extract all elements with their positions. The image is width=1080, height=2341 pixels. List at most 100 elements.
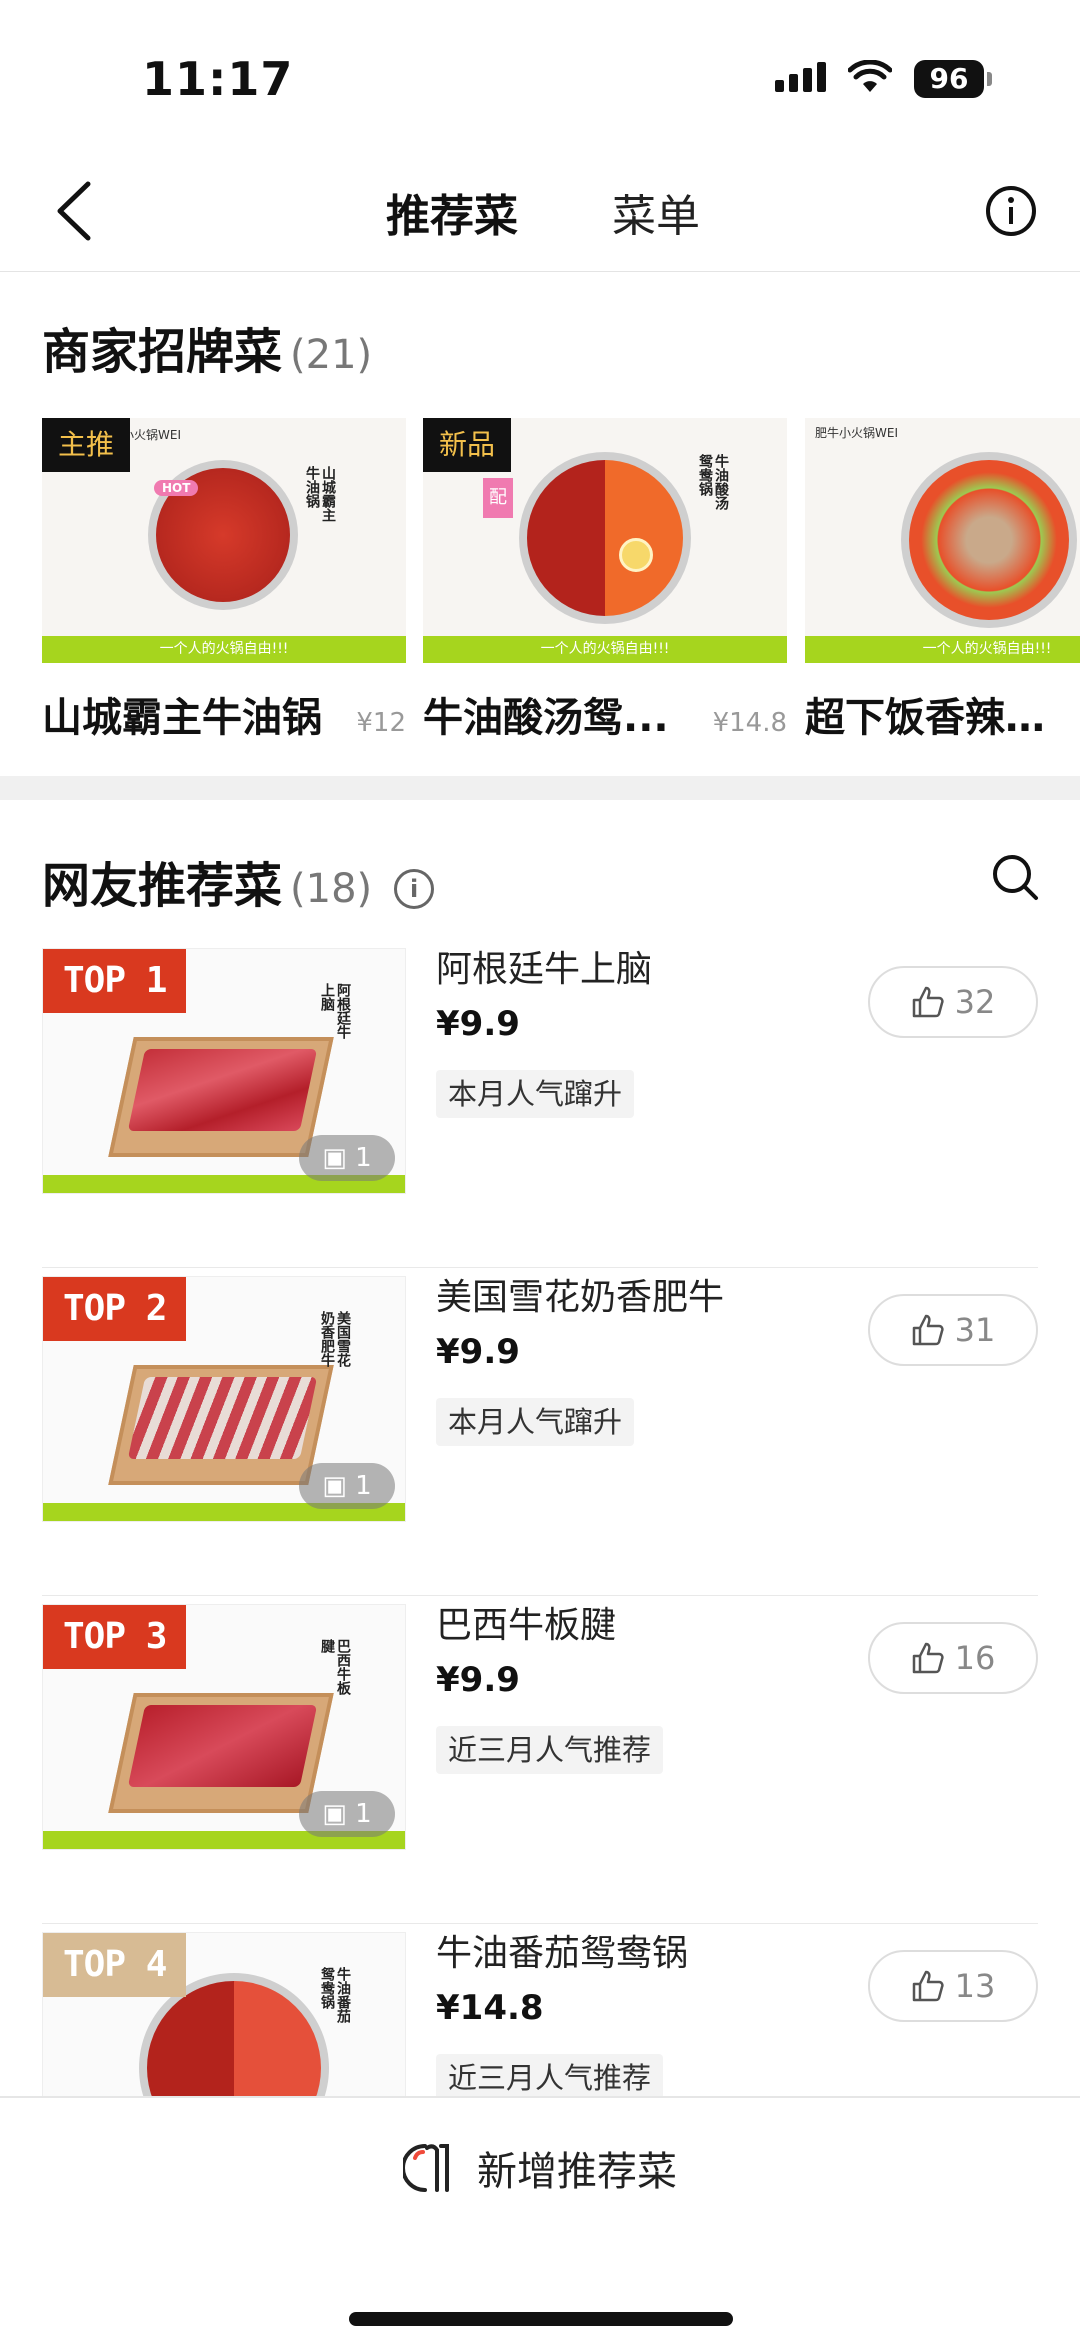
like-count: 31 (954, 1311, 996, 1349)
pot-soup (909, 460, 1069, 620)
dish-image-caption: 阿根廷牛上脑 (319, 983, 351, 1039)
dish-image: 配 牛油酸汤鸳鸯锅 一个人的火锅自由!!! 新品 (423, 418, 787, 663)
dish-image-caption: 巴西牛板腱 (319, 1639, 351, 1695)
battery-cap (987, 72, 992, 86)
dish-image: 肥牛小火锅WEI 一个人的火锅自由!!! (805, 418, 1080, 663)
signature-card[interactable]: HOT 小火锅WEI 山城霸主牛油锅 一个人的火锅自由!!! 主推 山城霸主牛油… (42, 418, 406, 743)
main-recommend-tag: 主推 (42, 418, 131, 472)
home-indicator[interactable] (349, 2312, 733, 2326)
list-item[interactable]: 美国雪花奶香肥牛 TOP 2 ▣ 1 美国雪花奶香肥牛 ¥9.9 本月人气蹿升 … (42, 1268, 1038, 1596)
netizen-section-title: 网友推荐菜 (18) i (42, 846, 435, 916)
lemon-slice (619, 538, 653, 572)
tab-menu[interactable]: 菜单 (612, 180, 700, 244)
netizen-section-header: 网友推荐菜 (18) i (0, 840, 1080, 920)
status-bar: 11:17 96 (0, 0, 1080, 150)
dish-image-caption: 美国雪花奶香肥牛 (319, 1311, 351, 1367)
like-button[interactable]: 13 (868, 1950, 1038, 2022)
dish-green-bar: 一个人的火锅自由!!! (423, 636, 787, 663)
dish-image-caption: 山城霸主牛油锅 (304, 466, 336, 522)
add-recommendation-button[interactable]: 新增推荐菜 (0, 2098, 1080, 2238)
dish-name: 美国雪花奶香肥牛 (436, 1277, 725, 1318)
dish-price: ¥14.8 (712, 708, 787, 738)
thumbs-up-icon (912, 1314, 944, 1346)
thumbs-up-icon (912, 1970, 944, 2002)
dish-name-row: 超下饭香辣渣... (805, 685, 1080, 743)
netizen-count: (18) (290, 866, 373, 912)
pot-soup (527, 460, 683, 616)
bottom-bar: 新增推荐菜 (0, 2096, 1080, 2341)
dish-green-bar: 一个人的火锅自由!!! (805, 636, 1080, 663)
dish-image-caption: 牛油酸汤鸳鸯锅 (697, 454, 729, 510)
brand-logo: 小火锅WEI (122, 428, 181, 442)
new-item-tag: 新品 (423, 418, 512, 472)
dish-name: 超下饭香辣渣... (805, 695, 1080, 741)
status-time: 11:17 (142, 52, 294, 106)
image-count: 1 (355, 1143, 372, 1173)
add-recommendation-label: 新增推荐菜 (477, 2149, 677, 2195)
popularity-tag: 本月人气蹿升 (436, 1070, 635, 1118)
dish-image-caption: 牛油番茄鸳鸯锅 (319, 1967, 351, 2023)
add-dish-icon (403, 2144, 449, 2192)
image-icon: ▣ (322, 1471, 356, 1501)
popularity-tag: 近三月人气推荐 (436, 1726, 664, 1774)
list-item[interactable]: 阿根廷牛上脑 TOP 1 ▣ 1 阿根廷牛上脑 ¥9.9 本月人气蹿升 32 (42, 940, 1038, 1268)
dish-image: 巴西牛板腱 TOP 3 ▣ 1 (42, 1604, 406, 1850)
signature-count: (21) (290, 332, 373, 378)
wooden-box (108, 1365, 334, 1485)
dish-name: 牛油酸汤鸳... (423, 695, 669, 741)
dish-price: ¥14.8 (436, 1988, 544, 2028)
dish-green-bar: 一个人的火锅自由!!! (42, 636, 406, 663)
image-count: 1 (355, 1799, 372, 1829)
wifi-icon (848, 60, 892, 92)
dish-price: ¥12 (356, 708, 406, 738)
search-icon[interactable] (990, 852, 1042, 904)
meat-slices (127, 1049, 318, 1131)
back-icon[interactable] (48, 176, 100, 246)
info-icon[interactable]: i (394, 869, 435, 909)
tab-recommended-label: 推荐菜 (386, 191, 518, 242)
dish-price: ¥9.9 (436, 1660, 520, 1700)
like-button[interactable]: 31 (868, 1294, 1038, 1366)
image-count-badge[interactable]: ▣ 1 (299, 1791, 395, 1837)
top-nav: 推荐菜 菜单 (0, 150, 1080, 272)
rank-badge: TOP 1 (43, 949, 187, 1013)
dish-name-row: 牛油酸汤鸳... ¥14.8 (423, 685, 787, 743)
like-count: 13 (954, 1967, 996, 2005)
rank-badge: TOP 2 (43, 1277, 187, 1341)
cellular-signal-icon (775, 62, 826, 92)
dish-name-row: 山城霸主牛油锅 ¥12 (42, 685, 406, 743)
dish-price: ¥9.9 (436, 1004, 520, 1044)
dish-name: 山城霸主牛油锅 (42, 695, 322, 741)
wooden-box (108, 1037, 334, 1157)
image-icon: ▣ (322, 1799, 356, 1829)
dish-name: 牛油番茄鸳鸯锅 (436, 1933, 689, 1974)
signature-title-text: 商家招牌菜 (42, 324, 283, 380)
dish-image: 阿根廷牛上脑 TOP 1 ▣ 1 (42, 948, 406, 1194)
wooden-box (108, 1693, 334, 1813)
signature-card[interactable]: 肥牛小火锅WEI 一个人的火锅自由!!! 超下饭香辣渣... (805, 418, 1080, 743)
signature-card[interactable]: 配 牛油酸汤鸳鸯锅 一个人的火锅自由!!! 新品 牛油酸汤鸳... ¥14.8 (423, 418, 787, 743)
image-count-badge[interactable]: ▣ 1 (299, 1135, 395, 1181)
like-button[interactable]: 16 (868, 1622, 1038, 1694)
image-icon: ▣ (322, 1143, 356, 1173)
dish-image: 美国雪花奶香肥牛 TOP 2 ▣ 1 (42, 1276, 406, 1522)
dish-price: ¥9.9 (436, 1332, 520, 1372)
dish-name: 阿根廷牛上脑 (436, 949, 653, 990)
signature-section-title: 商家招牌菜 (21) (42, 312, 372, 382)
dish-name: 巴西牛板腱 (436, 1605, 617, 1646)
like-button[interactable]: 32 (868, 966, 1038, 1038)
section-divider (0, 776, 1080, 800)
meat-slices (127, 1705, 318, 1787)
list-item[interactable]: 巴西牛板腱 TOP 3 ▣ 1 巴西牛板腱 ¥9.9 近三月人气推荐 16 (42, 1596, 1038, 1924)
image-count-badge[interactable]: ▣ 1 (299, 1463, 395, 1509)
info-icon[interactable] (984, 184, 1038, 238)
image-count: 1 (355, 1471, 372, 1501)
like-count: 32 (954, 983, 996, 1021)
netizen-title-text: 网友推荐菜 (42, 858, 283, 914)
dish-image: HOT 小火锅WEI 山城霸主牛油锅 一个人的火锅自由!!! 主推 (42, 418, 406, 663)
like-count: 16 (954, 1639, 996, 1677)
tab-recommended[interactable]: 推荐菜 (386, 180, 528, 246)
brand-logo: 肥牛小火锅WEI (815, 426, 898, 440)
meat-slices (127, 1377, 318, 1459)
hot-badge: HOT (154, 480, 199, 496)
